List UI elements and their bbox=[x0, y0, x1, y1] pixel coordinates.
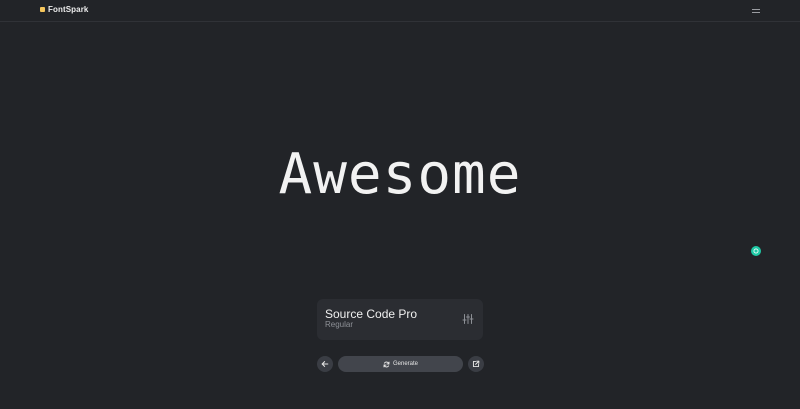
arrow-left-icon bbox=[321, 361, 329, 367]
hamburger-menu-icon[interactable] bbox=[749, 6, 763, 16]
share-button[interactable] bbox=[468, 356, 484, 372]
app-page: FontSpark Awesome Source Code Pro Regula… bbox=[0, 0, 800, 409]
sliders-icon[interactable] bbox=[462, 312, 474, 324]
font-name: Source Code Pro bbox=[325, 307, 418, 321]
back-button[interactable] bbox=[317, 356, 333, 372]
control-bar: Generate bbox=[317, 356, 484, 372]
external-link-icon bbox=[472, 360, 480, 368]
font-info-card[interactable]: Source Code Pro Regular bbox=[317, 299, 483, 340]
generate-button-label: Generate bbox=[392, 361, 419, 367]
brand-name: FontSpark bbox=[48, 5, 89, 14]
brand-logo[interactable]: FontSpark bbox=[40, 5, 88, 14]
brand-mark-icon bbox=[40, 7, 45, 12]
chat-icon[interactable] bbox=[751, 246, 761, 256]
generate-button[interactable]: Generate bbox=[338, 356, 463, 372]
font-preview-text: Awesome bbox=[278, 142, 522, 207]
top-bar: FontSpark bbox=[0, 0, 800, 22]
refresh-icon bbox=[383, 361, 390, 367]
font-style: Regular bbox=[325, 320, 354, 329]
